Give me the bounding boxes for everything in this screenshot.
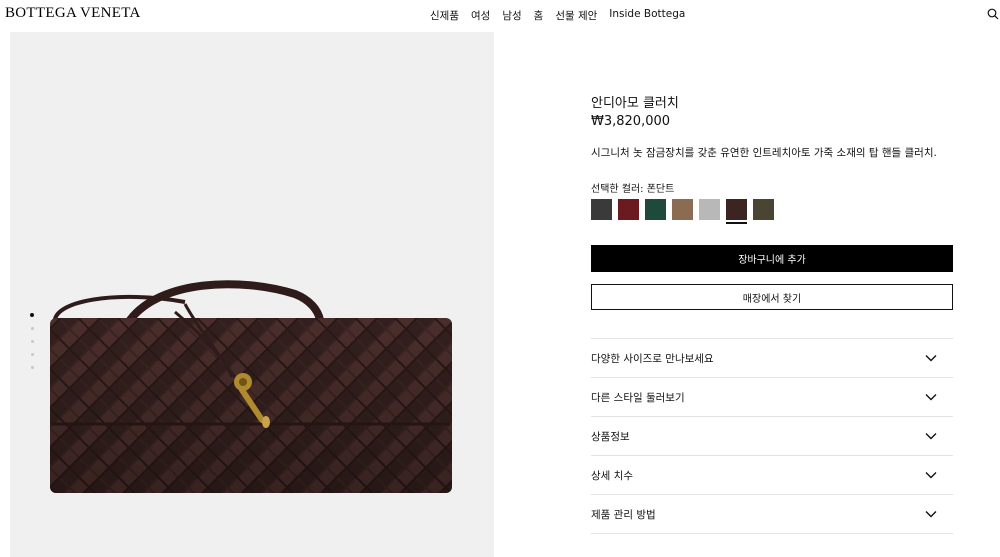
accordion-item-label: 제품 관리 방법 (591, 508, 656, 521)
selected-color-label: 선택한 컬러: 폰단트 (591, 184, 675, 195)
accordion-item-label: 다양한 사이즈로 만나보세요 (591, 352, 714, 365)
color-swatch[interactable] (645, 199, 666, 220)
brand-logo[interactable]: BOTTEGA VENETA (5, 5, 141, 22)
carousel-dot[interactable] (31, 366, 34, 369)
main-nav: 신제품 여성 남성 홈 선물 제안 Inside Bottega (430, 8, 685, 23)
accordion-item-label: 상세 치수 (591, 469, 633, 482)
chevron-down-icon (925, 472, 937, 479)
accordion-item[interactable]: 제품 관리 방법 (591, 495, 953, 534)
nav-item-inside-bottega[interactable]: Inside Bottega (609, 8, 685, 23)
color-swatch[interactable] (726, 199, 747, 224)
color-swatch[interactable] (591, 199, 612, 220)
carousel-dots (30, 313, 36, 379)
accordion-item[interactable]: 다른 스타일 둘러보기 (591, 378, 953, 417)
accordion-item[interactable]: 다양한 사이즈로 만나보세요 (591, 339, 953, 378)
carousel-dot[interactable] (31, 327, 34, 330)
find-in-store-button[interactable]: 매장에서 찾기 (591, 284, 953, 310)
nav-item-new[interactable]: 신제품 (430, 8, 459, 23)
nav-item-home[interactable]: 홈 (534, 8, 544, 23)
chevron-down-icon (925, 511, 937, 518)
color-swatch[interactable] (672, 199, 693, 220)
accordion-item-label: 상품정보 (591, 430, 630, 443)
clutch-bag-image (50, 280, 452, 493)
accordion-item[interactable]: 상품정보 (591, 417, 953, 456)
carousel-dot[interactable] (30, 313, 34, 317)
product-title: 안디아모 클러치 (591, 96, 679, 111)
chevron-down-icon (925, 355, 937, 362)
add-to-cart-button[interactable]: 장바구니에 추가 (591, 245, 953, 272)
product-accordion: 다양한 사이즈로 만나보세요다른 스타일 둘러보기상품정보상세 치수제품 관리 … (591, 338, 953, 534)
carousel-dot[interactable] (31, 340, 34, 343)
nav-item-women[interactable]: 여성 (471, 8, 490, 23)
search-icon[interactable] (987, 8, 999, 20)
accordion-item-label: 다른 스타일 둘러보기 (591, 391, 685, 404)
product-description: 시그니처 놋 잠금장치를 갖춘 유연한 인트레치아토 가죽 소재의 탑 핸들 클… (591, 147, 937, 159)
color-swatch[interactable] (618, 199, 639, 220)
chevron-down-icon (925, 433, 937, 440)
color-swatch[interactable] (753, 199, 774, 220)
accordion-item[interactable]: 상세 치수 (591, 456, 953, 495)
carousel-dot[interactable] (31, 353, 34, 356)
product-image-panel[interactable] (10, 32, 494, 557)
chevron-down-icon (925, 394, 937, 401)
color-swatch[interactable] (699, 199, 720, 220)
site-header: BOTTEGA VENETA 신제품 여성 남성 홈 선물 제안 Inside … (0, 0, 1000, 30)
product-price: ₩3,820,000 (591, 114, 671, 129)
nav-item-gifts[interactable]: 선물 제안 (555, 8, 597, 23)
nav-item-men[interactable]: 남성 (502, 8, 521, 23)
color-swatches (591, 199, 774, 224)
